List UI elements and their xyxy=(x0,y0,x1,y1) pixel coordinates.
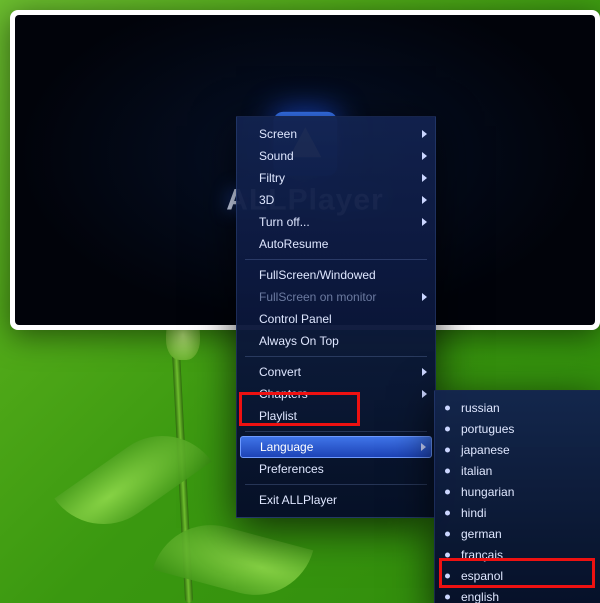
menu-item-label: Convert xyxy=(259,365,301,379)
language-option-italian[interactable]: italian xyxy=(435,460,600,481)
menu-item-label: Screen xyxy=(259,127,297,141)
menu-item-label: 3D xyxy=(259,193,274,207)
language-option-espanol[interactable]: espanol xyxy=(435,565,600,586)
submenu-arrow-icon xyxy=(422,152,427,160)
menu-item-playlist[interactable]: Playlist xyxy=(237,405,435,427)
submenu-arrow-icon xyxy=(421,443,426,451)
menu-item-label: Filtry xyxy=(259,171,285,185)
menu-item-label: Playlist xyxy=(259,409,297,423)
language-option-hungarian[interactable]: hungarian xyxy=(435,481,600,502)
menu-separator xyxy=(245,431,427,432)
menu-item-label: Sound xyxy=(259,149,294,163)
menu-item-exit-allplayer[interactable]: Exit ALLPlayer xyxy=(237,489,435,511)
menu-item-label: AutoResume xyxy=(259,237,328,251)
menu-item-label: german xyxy=(461,527,502,541)
menu-item-fullscreen-windowed[interactable]: FullScreen/Windowed xyxy=(237,264,435,286)
menu-item-label: français xyxy=(461,548,503,562)
menu-item-label: FullScreen on monitor xyxy=(259,290,376,304)
context-menu: Screen Sound Filtry 3D Turn off... AutoResume… xyxy=(236,116,436,518)
menu-item-label: Chapters xyxy=(259,387,308,401)
language-option-japanese[interactable]: japanese xyxy=(435,439,600,460)
menu-item-label: espanol xyxy=(461,569,503,583)
menu-item-label: japanese xyxy=(461,443,510,457)
menu-item-convert[interactable]: Convert xyxy=(237,361,435,383)
menu-item-label: italian xyxy=(461,464,492,478)
submenu-arrow-icon xyxy=(422,218,427,226)
menu-item-always-on-top[interactable]: Always On Top xyxy=(237,330,435,352)
menu-item-label: hungarian xyxy=(461,485,514,499)
menu-item-label: russian xyxy=(461,401,500,415)
language-option-russian[interactable]: russian xyxy=(435,397,600,418)
menu-item-label: Control Panel xyxy=(259,312,332,326)
submenu-arrow-icon xyxy=(422,196,427,204)
menu-separator xyxy=(245,259,427,260)
language-option-hindi[interactable]: hindi xyxy=(435,502,600,523)
menu-item-label: english xyxy=(461,590,499,603)
menu-item-label: portugues xyxy=(461,422,514,436)
menu-item-fullscreen-on-monitor: FullScreen on monitor xyxy=(237,286,435,308)
submenu-arrow-icon xyxy=(422,130,427,138)
menu-separator xyxy=(245,484,427,485)
submenu-arrow-icon xyxy=(422,174,427,182)
language-option-german[interactable]: german xyxy=(435,523,600,544)
menu-item-filtry[interactable]: Filtry xyxy=(237,167,435,189)
language-option-fran-ais[interactable]: français xyxy=(435,544,600,565)
menu-item-label: Turn off... xyxy=(259,215,310,229)
menu-item-label: Preferences xyxy=(259,462,324,476)
menu-item-label: Exit ALLPlayer xyxy=(259,493,337,507)
menu-item-autoresume[interactable]: AutoResume xyxy=(237,233,435,255)
menu-item-chapters[interactable]: Chapters xyxy=(237,383,435,405)
menu-item-label: Always On Top xyxy=(259,334,339,348)
language-submenu: russian portugues japanese italian hungarian… xyxy=(434,390,600,603)
language-option-english[interactable]: english xyxy=(435,586,600,603)
menu-item-language[interactable]: Language xyxy=(240,436,432,458)
menu-item-label: Language xyxy=(260,440,313,454)
language-option-portugues[interactable]: portugues xyxy=(435,418,600,439)
menu-separator xyxy=(245,356,427,357)
menu-item-preferences[interactable]: Preferences xyxy=(237,458,435,480)
submenu-arrow-icon xyxy=(422,293,427,301)
menu-item-3d[interactable]: 3D xyxy=(237,189,435,211)
menu-item-screen[interactable]: Screen xyxy=(237,123,435,145)
menu-item-turn-off[interactable]: Turn off... xyxy=(237,211,435,233)
menu-item-control-panel[interactable]: Control Panel xyxy=(237,308,435,330)
submenu-arrow-icon xyxy=(422,368,427,376)
submenu-arrow-icon xyxy=(422,390,427,398)
menu-item-label: FullScreen/Windowed xyxy=(259,268,376,282)
menu-item-sound[interactable]: Sound xyxy=(237,145,435,167)
menu-item-label: hindi xyxy=(461,506,486,520)
